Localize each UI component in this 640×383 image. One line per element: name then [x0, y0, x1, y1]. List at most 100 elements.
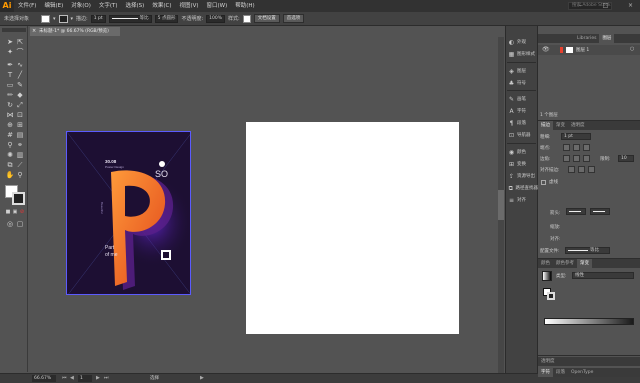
- gradient-slider[interactable]: [544, 318, 634, 325]
- gradient-stroke-icon[interactable]: [547, 292, 555, 300]
- tools-grip[interactable]: [2, 28, 26, 32]
- scrollbar-thumb[interactable]: [498, 190, 504, 220]
- free-transform-icon[interactable]: ⊡: [15, 111, 25, 120]
- menu-view[interactable]: 视图(V): [175, 0, 202, 12]
- dock-brushes[interactable]: ✎ 画笔: [505, 93, 538, 105]
- stroke-weight-panel-field[interactable]: 1 pt: [561, 133, 591, 140]
- perspective-grid-icon[interactable]: ⊞: [15, 121, 25, 130]
- stroke-color-swatch[interactable]: [12, 192, 25, 205]
- type-tool-icon[interactable]: T: [5, 71, 15, 80]
- tab-gradient-panel[interactable]: 渐变: [577, 259, 592, 268]
- align-outside-icon[interactable]: [588, 166, 595, 173]
- pen-tool-icon[interactable]: ✒: [5, 61, 15, 70]
- tab-paragraph[interactable]: 段落: [553, 368, 568, 377]
- shape-builder-icon[interactable]: ⊕: [5, 121, 15, 130]
- profile-select[interactable]: 等比: [565, 247, 610, 254]
- menu-object[interactable]: 对象(O): [67, 0, 95, 12]
- dock-color[interactable]: ◉ 颜色: [505, 146, 538, 158]
- dock-layers[interactable]: ◈ 图层: [505, 65, 538, 77]
- first-artboard-icon[interactable]: ⏮: [62, 375, 67, 381]
- hand-tool-icon[interactable]: ✋: [5, 171, 15, 180]
- zoom-tool-icon[interactable]: ⚲: [15, 171, 25, 180]
- miter-join-icon[interactable]: [563, 155, 570, 162]
- mesh-tool-icon[interactable]: #: [5, 131, 15, 140]
- dock-paragraph[interactable]: ¶ 段落: [505, 117, 538, 129]
- magic-wand-icon[interactable]: ✦: [5, 48, 15, 57]
- rotate-tool-icon[interactable]: ↻: [5, 101, 15, 110]
- dock-navigator[interactable]: ⊡ 导航器: [505, 129, 538, 141]
- gradient-thumbnail[interactable]: [542, 271, 552, 281]
- layer-row[interactable]: 👁 图层 1 ○: [538, 45, 640, 55]
- line-tool-icon[interactable]: ╱: [15, 71, 25, 80]
- dashed-checkbox[interactable]: [541, 180, 546, 185]
- width-tool-icon[interactable]: ⋈: [5, 111, 15, 120]
- menu-select[interactable]: 选择(S): [122, 0, 149, 12]
- tab-color-guide[interactable]: 颜色参考: [553, 259, 577, 268]
- curvature-tool-icon[interactable]: ∿: [15, 61, 25, 70]
- eyedropper-icon[interactable]: ⚲: [5, 141, 15, 150]
- dock-graphic-styles[interactable]: ▦ 图形样式: [505, 48, 538, 60]
- document-tab[interactable]: × 未标题-1* @ 66.67% (RGB/预览): [30, 27, 120, 36]
- tab-transparency[interactable]: 透明度: [568, 121, 588, 130]
- artboard-poster[interactable]: 30.08 Poster Design SO Beautiful Part of…: [66, 131, 191, 295]
- maximize-button[interactable]: □: [602, 2, 609, 9]
- stroke-weight-field[interactable]: 1 pt: [90, 14, 106, 23]
- dock-appearance[interactable]: ◐ 外观: [505, 36, 538, 48]
- lasso-icon[interactable]: ⌒: [15, 48, 25, 57]
- eye-icon[interactable]: 👁: [542, 46, 550, 53]
- brush-select[interactable]: 5 点圆形: [154, 14, 179, 23]
- blend-tool-icon[interactable]: ⚭: [15, 141, 25, 150]
- align-inside-icon[interactable]: [578, 166, 585, 173]
- status-arrow-icon[interactable]: ▶: [200, 375, 204, 381]
- dock-character[interactable]: A 字符: [505, 105, 538, 117]
- dock-transform[interactable]: ⊞ 变换: [505, 158, 538, 170]
- menu-window[interactable]: 窗口(W): [203, 0, 232, 12]
- round-join-icon[interactable]: [573, 155, 580, 162]
- close-window-button[interactable]: ×: [627, 2, 634, 9]
- stroke-profile-select[interactable]: 等比: [108, 14, 152, 23]
- scale-tool-icon[interactable]: ⤢: [15, 101, 25, 110]
- dock-symbols[interactable]: ♣ 符号: [505, 77, 538, 89]
- style-swatch[interactable]: [242, 14, 251, 23]
- selection-tool-icon[interactable]: ➤: [5, 38, 15, 47]
- menu-edit[interactable]: 编辑(E): [40, 0, 67, 12]
- document-setup-button[interactable]: 文档设置: [253, 14, 280, 23]
- dropdown-icon[interactable]: ▾: [53, 16, 56, 22]
- draw-mode-icon[interactable]: ◎: [5, 220, 15, 229]
- limit-field[interactable]: 10: [618, 155, 634, 162]
- prev-artboard-icon[interactable]: ◀: [70, 375, 74, 381]
- none-mode-icon[interactable]: ⊘: [17, 208, 27, 217]
- round-cap-icon[interactable]: [573, 144, 580, 151]
- menu-help[interactable]: 帮助(H): [231, 0, 258, 12]
- dropdown-icon[interactable]: ▾: [71, 16, 74, 22]
- symbol-sprayer-icon[interactable]: ✺: [5, 151, 15, 160]
- square-cap-icon[interactable]: [583, 144, 590, 151]
- dock-align[interactable]: ≡ 对齐: [505, 194, 538, 206]
- eraser-icon[interactable]: ◆: [15, 91, 25, 100]
- tab-transparency-2[interactable]: 透明度: [538, 357, 558, 366]
- align-center-icon[interactable]: [568, 166, 575, 173]
- tab-color[interactable]: 颜色: [538, 259, 553, 268]
- preferences-button[interactable]: 首选项: [282, 14, 305, 23]
- menu-type[interactable]: 文字(T): [95, 0, 122, 12]
- rectangle-tool-icon[interactable]: ▭: [5, 81, 15, 90]
- artboard-number-field[interactable]: 1: [78, 375, 92, 382]
- gradient-type-select[interactable]: 线性: [572, 272, 634, 279]
- bevel-join-icon[interactable]: [583, 155, 590, 162]
- menu-effect[interactable]: 效果(C): [148, 0, 175, 12]
- slice-tool-icon[interactable]: ⟋: [15, 161, 25, 170]
- artboard-tool-icon[interactable]: ⧉: [5, 161, 15, 170]
- last-artboard-icon[interactable]: ⏭: [104, 375, 109, 381]
- target-icon[interactable]: ○: [630, 46, 634, 52]
- tab-layers[interactable]: 图层: [599, 34, 615, 43]
- minimize-button[interactable]: –: [577, 2, 584, 9]
- dock-pathfinder[interactable]: ⧉ 路径查找器: [505, 182, 538, 194]
- graph-tool-icon[interactable]: ▥: [15, 151, 25, 160]
- dock-asset-export[interactable]: ⇪ 资源导出: [505, 170, 538, 182]
- zoom-field[interactable]: 66.67%: [32, 375, 56, 382]
- close-icon[interactable]: ×: [32, 27, 36, 36]
- tab-gradient[interactable]: 渐变: [553, 121, 568, 130]
- screen-mode-icon[interactable]: ▢: [15, 220, 25, 229]
- fill-swatch[interactable]: [41, 14, 51, 23]
- next-artboard-icon[interactable]: ▶: [96, 375, 100, 381]
